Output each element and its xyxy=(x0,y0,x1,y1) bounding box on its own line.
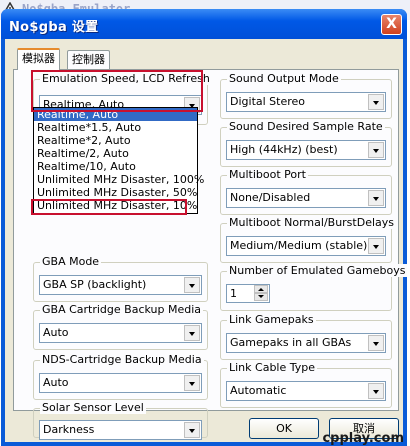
chevron-down-icon[interactable] xyxy=(184,422,200,438)
emulation-speed-dropdown-list[interactable]: Realtime, Auto Realtime*1.5, Auto Realti… xyxy=(33,107,204,214)
link-gamepaks-select[interactable]: Gamepaks in all GBAs xyxy=(226,333,386,353)
multiboot-delays-select[interactable]: Medium/Medium (stable) xyxy=(226,236,386,256)
speed-option[interactable]: Realtime/10, Auto xyxy=(34,160,197,173)
chevron-down-icon[interactable] xyxy=(368,335,384,351)
speed-option[interactable]: Unlimited MHz Disaster, 100% xyxy=(34,173,204,186)
speed-option[interactable]: Realtime/2, Auto xyxy=(34,147,197,160)
link-cable-label: Link Cable Type xyxy=(227,361,318,374)
speed-option[interactable]: Unlimited MHz Disaster, 10% xyxy=(34,199,197,212)
multiboot-delays-group: Multiboot Normal/BurstDelays Medium/Medi… xyxy=(220,216,397,263)
gba-mode-value: GBA SP (backlight) xyxy=(43,278,147,291)
sound-output-group: Sound Output Mode Digital Stereo xyxy=(220,72,392,119)
sample-rate-value: High (44kHz) (best) xyxy=(230,143,338,156)
nds-backup-value: Auto xyxy=(43,376,69,389)
gba-backup-value: Auto xyxy=(43,326,69,339)
nds-backup-group: NDS-Cartridge Backup Media Auto xyxy=(33,353,208,400)
dialog-title: No$gba 设置 xyxy=(9,20,99,35)
tab-controller[interactable]: 控制器 xyxy=(67,50,110,69)
speed-option[interactable]: Unlimited MHz Disaster, 50% xyxy=(34,186,197,199)
link-cable-group: Link Cable Type Automatic xyxy=(220,361,392,408)
nds-backup-select[interactable]: Auto xyxy=(39,373,202,393)
speed-option[interactable]: Realtime*2, Auto xyxy=(34,134,197,147)
multiboot-port-select[interactable]: None/Disabled xyxy=(226,188,386,208)
chevron-down-icon[interactable] xyxy=(368,190,384,206)
tab-emulator[interactable]: 模拟器 xyxy=(17,48,60,70)
chevron-down-icon[interactable] xyxy=(184,375,200,391)
nds-backup-label: NDS-Cartridge Backup Media xyxy=(40,353,204,366)
speed-option[interactable]: Realtime, Auto xyxy=(34,108,197,121)
gba-backup-label: GBA Cartridge Backup Media xyxy=(40,303,204,316)
sample-rate-select[interactable]: High (44kHz) (best) xyxy=(226,140,386,160)
chevron-down-icon[interactable] xyxy=(368,238,384,254)
dialog-titlebar[interactable]: No$gba 设置 X xyxy=(1,9,407,39)
gba-mode-select[interactable]: GBA SP (backlight) xyxy=(39,275,202,295)
multiboot-delays-value: Medium/Medium (stable) xyxy=(230,239,368,252)
ok-button[interactable]: OK xyxy=(249,418,319,439)
sound-output-select[interactable]: Digital Stereo xyxy=(226,92,386,112)
close-button[interactable]: X xyxy=(381,14,402,35)
gameboys-label: Number of Emulated Gameboys xyxy=(227,264,408,277)
gameboys-value: 1 xyxy=(230,287,237,300)
watermark: cpplay.com xyxy=(322,431,404,446)
speed-option[interactable]: Realtime*1.5, Auto xyxy=(34,121,197,134)
spin-down-icon[interactable] xyxy=(254,293,268,301)
spin-up-icon[interactable] xyxy=(254,285,268,293)
solar-sensor-select[interactable]: Darkness xyxy=(39,420,202,440)
multiboot-port-group: Multiboot Port None/Disabled xyxy=(220,168,392,215)
settings-dialog: No$gba 设置 X 模拟器 控制器 Emulation Speed, LCD… xyxy=(1,9,408,446)
solar-sensor-group: Solar Sensor Level Darkness xyxy=(33,401,208,440)
sample-rate-group: Sound Desired Sample Rate High (44kHz) (… xyxy=(220,120,392,167)
link-gamepaks-value: Gamepaks in all GBAs xyxy=(230,336,352,349)
gameboys-stepper[interactable]: 1 xyxy=(226,284,270,303)
multiboot-port-value: None/Disabled xyxy=(230,191,311,204)
gba-mode-group: GBA Mode GBA SP (backlight) xyxy=(33,255,208,302)
multiboot-delays-label: Multiboot Normal/BurstDelays xyxy=(227,216,397,229)
gameboys-group: Number of Emulated Gameboys 1 xyxy=(220,264,408,311)
multiboot-port-label: Multiboot Port xyxy=(227,168,308,181)
gba-backup-group: GBA Cartridge Backup Media Auto xyxy=(33,303,208,350)
solar-sensor-value: Darkness xyxy=(43,423,95,436)
sample-rate-label: Sound Desired Sample Rate xyxy=(227,120,385,133)
gba-mode-label: GBA Mode xyxy=(40,255,102,268)
dialog-client-area: 模拟器 控制器 Emulation Speed, LCD Refresh Rea… xyxy=(5,39,408,442)
chevron-down-icon[interactable] xyxy=(184,325,200,341)
link-gamepaks-label: Link Gamepaks xyxy=(227,313,316,326)
solar-sensor-label: Solar Sensor Level xyxy=(40,401,146,414)
chevron-down-icon[interactable] xyxy=(368,383,384,399)
sound-output-label: Sound Output Mode xyxy=(227,72,341,85)
sound-output-value: Digital Stereo xyxy=(230,95,306,108)
gba-backup-select[interactable]: Auto xyxy=(39,323,202,343)
link-gamepaks-group: Link Gamepaks Gamepaks in all GBAs xyxy=(220,313,392,360)
link-cable-value: Automatic xyxy=(230,384,287,397)
chevron-down-icon[interactable] xyxy=(368,142,384,158)
chevron-down-icon[interactable] xyxy=(368,94,384,110)
emulation-speed-label: Emulation Speed, LCD Refresh xyxy=(40,72,212,85)
link-cable-select[interactable]: Automatic xyxy=(226,381,386,401)
chevron-down-icon[interactable] xyxy=(184,277,200,293)
